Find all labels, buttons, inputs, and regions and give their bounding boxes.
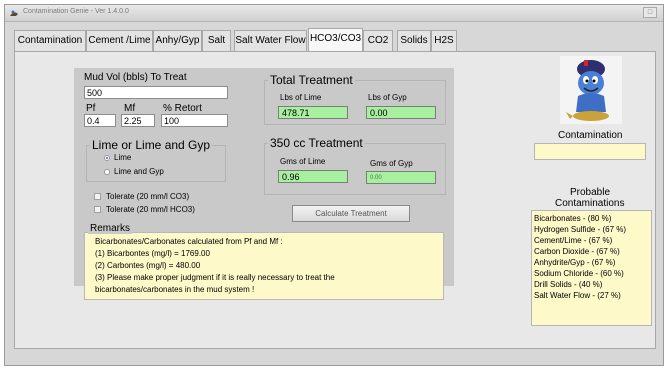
tab-hco3-co3[interactable]: HCO3/CO3 [308, 28, 363, 51]
tolerate-co3-checkbox[interactable] [94, 193, 101, 200]
window-title: Contamination Genie - Ver 1.4.0.0 [23, 8, 129, 15]
probable-list[interactable]: Bicarbonates - (80 %) Hydrogen Sulfide -… [531, 210, 652, 326]
list-item[interactable]: Anhydrite/Gyp - (67 %) [534, 258, 615, 267]
gms-lime-label: Gms of Lime [280, 157, 326, 166]
tab-salt[interactable]: Salt [202, 30, 231, 51]
pf-label: Pf [86, 103, 96, 114]
genie-app-icon [10, 10, 18, 16]
list-item[interactable]: Salt Water Flow - (27 %) [534, 291, 621, 300]
list-item[interactable]: Sodium Chloride - (60 %) [534, 269, 624, 278]
remark-line: Bicarbonates/Carbonates calculated from … [95, 237, 283, 246]
gms-gyp-label: Gms of Gyp [370, 159, 413, 168]
probable-title-line1: Probable [570, 187, 611, 198]
tab-cement-lime[interactable]: Cement /Lime [86, 30, 153, 51]
list-item[interactable]: Bicarbonates - (80 %) [534, 214, 611, 223]
mud-vol-input[interactable]: 500 [84, 86, 228, 99]
title-bar: Contamination Genie - Ver 1.4.0.0 □ [5, 5, 663, 22]
list-item[interactable]: Carbon Dioxide - (67 %) [534, 247, 620, 256]
remark-line: (3) Please make proper judgment if it is… [95, 273, 335, 282]
lime-gyp-option-label: Lime and Gyp [114, 167, 164, 176]
mf-label: Mf [124, 103, 136, 114]
remarks-box: Bicarbonates/Carbonates calculated from … [84, 232, 444, 300]
lbs-lime-label: Lbs of Lime [280, 93, 322, 102]
tab-h2s[interactable]: H2S [431, 30, 457, 51]
gms-gyp-field[interactable]: 0.00 [366, 171, 436, 184]
remark-line: (1) Bicarbontes (mg/l) = 1769.00 [95, 249, 210, 258]
tab-anhy-gyp[interactable]: Anhy/Gyp [153, 30, 202, 51]
gms-lime-field[interactable]: 0.96 [278, 170, 348, 183]
list-item[interactable]: Hydrogen Sulfide - (67 %) [534, 225, 626, 234]
list-item[interactable]: Cement/Lime - (67 %) [534, 236, 612, 245]
tab-contamination[interactable]: Contamination [14, 30, 86, 51]
remarks-title: Remarks [88, 223, 133, 234]
retort-input[interactable]: 100 [161, 114, 228, 127]
lime-group-title: Lime or Lime and Gyp [90, 138, 213, 152]
mf-input[interactable]: 2.25 [121, 114, 155, 127]
tolerate-hco3-label: Tolerate (20 mm/l HCO3) [106, 205, 195, 214]
retort-label: % Retort [163, 103, 202, 114]
list-item[interactable]: Drill Solids - (40 %) [534, 280, 602, 289]
probable-title-line2: Contaminations [555, 198, 625, 209]
cc-treatment-group [264, 143, 446, 195]
lbs-gyp-field[interactable]: 0.00 [366, 106, 436, 119]
remark-line: bicarbonates/carbonates in the mud syste… [95, 285, 255, 294]
pf-input[interactable]: 0.4 [84, 114, 116, 127]
tab-salt-water-flow[interactable]: Salt Water Flow [234, 30, 307, 51]
tab-co2[interactable]: CO2 [363, 30, 393, 51]
tolerate-hco3-checkbox[interactable] [94, 206, 101, 213]
lime-gyp-radio[interactable] [104, 169, 110, 175]
contamination-field[interactable] [534, 143, 646, 160]
close-button[interactable]: □ [643, 7, 657, 18]
total-treatment-title: Total Treatment [268, 73, 355, 87]
lime-radio[interactable] [104, 155, 110, 161]
contamination-label: Contamination [558, 130, 623, 141]
cc-treatment-title: 350 cc Treatment [268, 136, 365, 150]
lime-option-label: Lime [114, 153, 132, 162]
calculate-treatment-button[interactable]: Calculate Treatment [292, 205, 410, 222]
lbs-lime-field[interactable]: 478.71 [278, 106, 348, 119]
genie-mascot-icon [560, 56, 622, 124]
tab-solids[interactable]: Solids [397, 30, 431, 51]
remark-line: (2) Carbontes (mg/l) = 480.00 [95, 261, 201, 270]
lbs-gyp-label: Lbs of Gyp [368, 93, 407, 102]
tolerate-co3-label: Tolerate (20 mm/l CO3) [106, 192, 190, 201]
mud-vol-label: Mud Vol (bbls) To Treat [84, 72, 187, 83]
